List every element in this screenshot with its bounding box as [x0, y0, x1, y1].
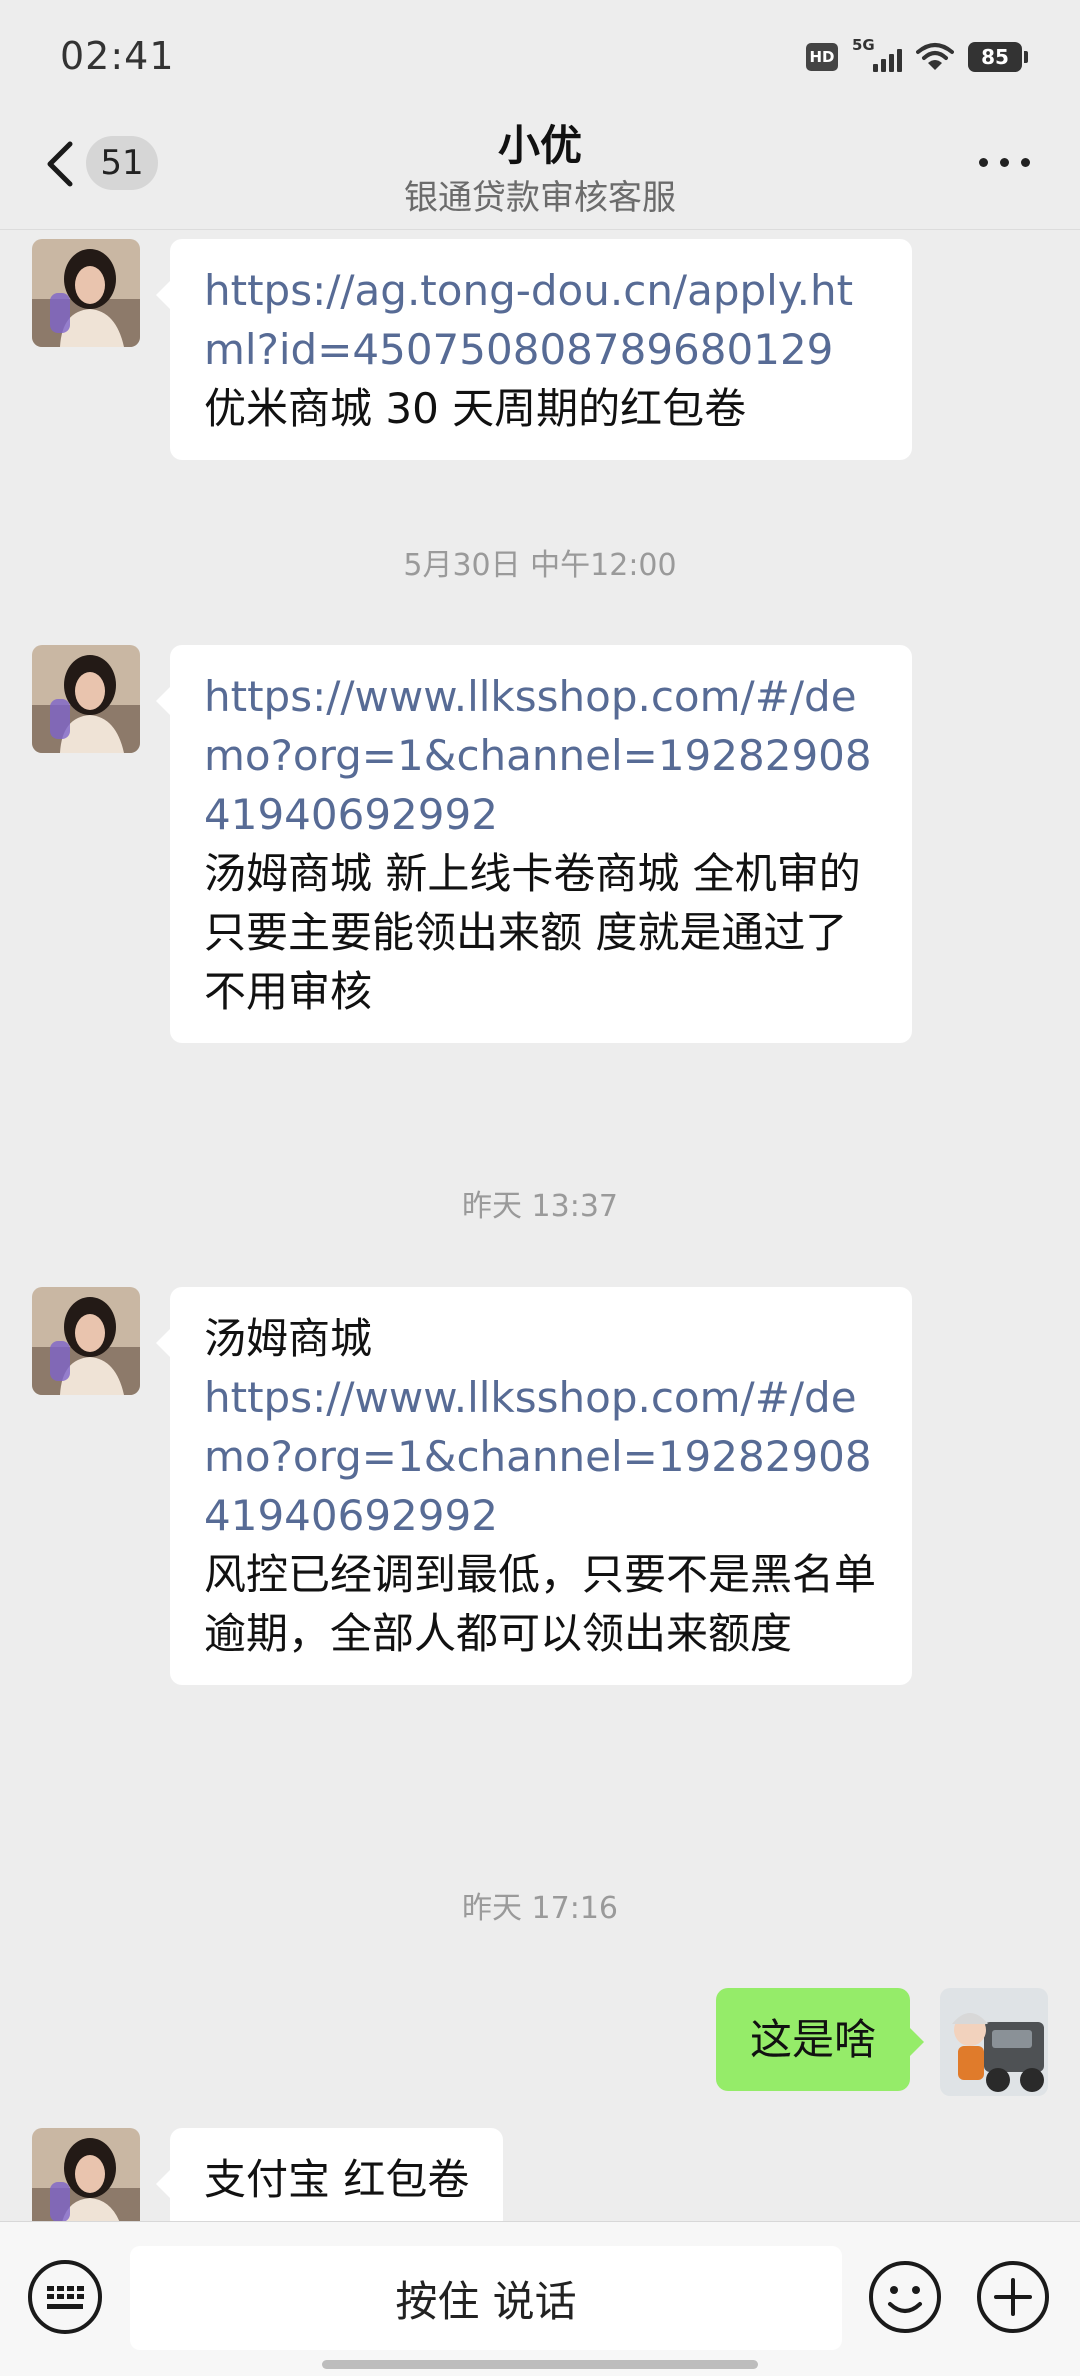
hd-icon: HD — [806, 43, 838, 71]
message-bubble[interactable]: 汤姆商城 https://www.llksshop.com/#/demo?org… — [156, 1287, 912, 1685]
emoji-icon[interactable] — [868, 2260, 942, 2334]
timestamp: 昨天 13:37 — [462, 1189, 618, 1224]
status-icons: HD 5G 85 — [806, 36, 1028, 74]
message-text: 汤姆商城 新上线卡卷商城 全机审的 只要主要能领出来额 度就是通过了 不用审核 — [204, 849, 861, 1016]
status-time: 02:41 — [60, 34, 175, 78]
contact-avatar[interactable] — [32, 645, 140, 753]
message-link[interactable]: https://www.llksshop.com/#/demo?org=1&ch… — [204, 667, 878, 844]
chat-screen: 02:41 HD 5G 85 51 小优 银通贷款审核客服 https://ag… — [0, 0, 1080, 2376]
keyboard-icon[interactable] — [28, 2260, 102, 2334]
chat-subtitle: 银通贷款审核客服 — [404, 178, 676, 218]
message-bubble-sent[interactable]: 这是啥 — [715, 1988, 925, 2091]
timestamp: 5月30日 中午12:00 — [403, 548, 677, 583]
message-text: 风控已经调到最低，只要不是黑名单逾期，全部人都可以领出来额度 — [204, 1550, 877, 1658]
message-link[interactable]: https://www.llksshop.com/#/demo?org=1&ch… — [204, 1368, 878, 1545]
message-bubble[interactable]: 支付宝 红包卷 — [155, 2128, 504, 2221]
input-bar: 按住 说话 — [0, 2221, 1080, 2376]
more-options-icon[interactable] — [979, 158, 1030, 167]
chat-header: 51 小优 银通贷款审核客服 — [0, 100, 1080, 230]
message-text: 优米商城 30 天周期的红包卷 — [204, 384, 747, 433]
battery-icon: 85 — [968, 42, 1028, 72]
contact-avatar[interactable] — [32, 1287, 140, 1395]
wifi-icon — [916, 43, 954, 70]
message-link[interactable]: https://ag.tong-dou.cn/apply.html?id=450… — [204, 261, 878, 379]
message-list[interactable]: https://ag.tong-dou.cn/apply.html?id=450… — [0, 231, 1080, 2221]
timestamp: 昨天 17:16 — [462, 1891, 618, 1926]
hold-to-talk-button[interactable]: 按住 说话 — [130, 2246, 842, 2350]
plus-icon[interactable] — [976, 2260, 1050, 2334]
home-indicator[interactable] — [322, 2360, 758, 2369]
message-prefix-text: 汤姆商城 — [204, 1314, 373, 1363]
message-bubble[interactable]: https://ag.tong-dou.cn/apply.html?id=450… — [156, 239, 912, 460]
network-type-label: 5G — [852, 36, 875, 54]
message-text: 这是啥 — [749, 2015, 876, 2064]
message-bubble[interactable]: https://www.llksshop.com/#/demo?org=1&ch… — [156, 645, 912, 1043]
message-text: 支付宝 红包卷 — [204, 2155, 470, 2204]
status-bar: 02:41 HD 5G 85 — [0, 0, 1080, 112]
contact-avatar[interactable] — [32, 2128, 140, 2221]
chat-title: 小优 — [497, 121, 582, 170]
contact-avatar[interactable] — [32, 239, 140, 347]
cellular-signal-icon: 5G — [852, 36, 902, 74]
my-avatar[interactable] — [940, 1988, 1048, 2096]
